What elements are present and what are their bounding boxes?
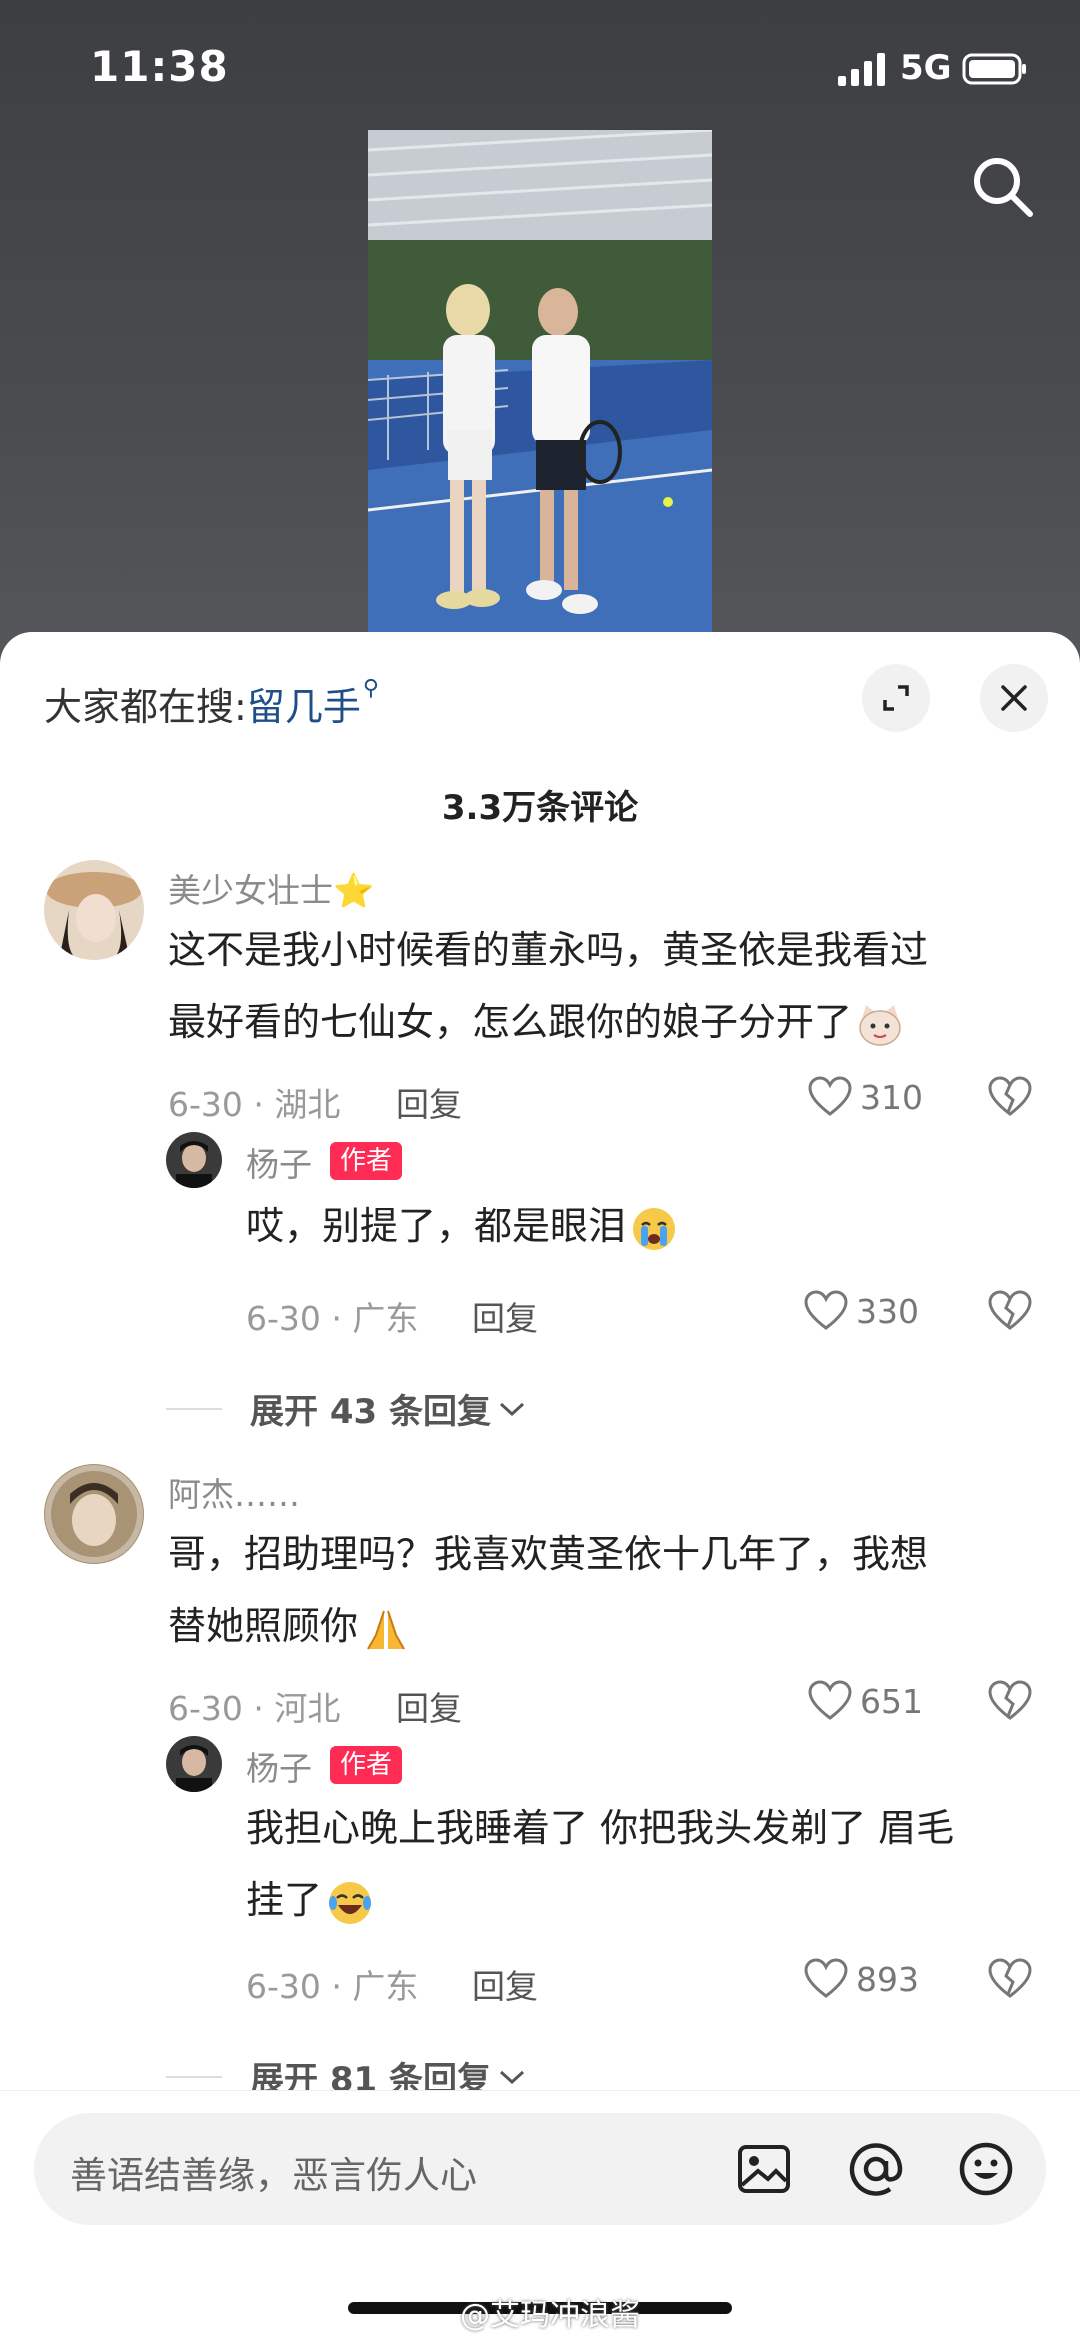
close-button[interactable] (980, 664, 1048, 732)
author-badge: 作者 (330, 1142, 403, 1180)
comment-username[interactable]: 美少女壮士⭐ (168, 864, 374, 912)
comment-text-line: 这不是我小时候看的董永吗，黄圣依是我看过 (168, 928, 929, 972)
comments-count: 3.3万条评论 (441, 788, 639, 828)
author-badge: 作者 (330, 1746, 403, 1784)
like-button[interactable]: 330 (804, 1290, 919, 1332)
reply-meta: 6-30 · 广东 (246, 1967, 419, 2006)
expand-replies-label: 展开 43 条回复 (250, 1392, 491, 1432)
divider (166, 2075, 222, 2078)
reply-text-line: 挂了 (246, 1878, 323, 1922)
battery-icon (962, 53, 1026, 85)
reply-meta: 6-30 · 广东 (246, 1299, 419, 1338)
status-time: 11:38 (90, 42, 229, 91)
like-count: 330 (856, 1291, 919, 1331)
reply-text: 哎，别提了，都是眼泪 (246, 1190, 678, 1262)
expand-icon (883, 685, 909, 711)
like-count: 651 (860, 1681, 923, 1721)
comment-meta: 6-30 · 湖北 (168, 1085, 341, 1124)
image-icon[interactable] (734, 2139, 794, 2199)
like-count: 893 (856, 1959, 919, 1999)
search-icon[interactable] (968, 152, 1038, 222)
like-button[interactable]: 651 (808, 1680, 923, 1722)
watermark: @艾玛冲浪酱 (460, 2298, 640, 2333)
avatar[interactable] (44, 1464, 144, 1564)
dislike-icon[interactable] (988, 1076, 1032, 1118)
dislike-icon[interactable] (988, 1958, 1032, 2000)
chevron-down-icon (499, 1402, 525, 1416)
reply-text-line: 哎，别提了，都是眼泪 (246, 1204, 627, 1248)
dislike-icon[interactable] (988, 1290, 1032, 1332)
divider (166, 1407, 222, 1410)
comment-text: 哥，招助理吗？我喜欢黄圣依十几年了，我想 替她照顾你 (168, 1518, 928, 1662)
author-avatar[interactable] (166, 1132, 222, 1188)
reply-button[interactable]: 回复 (396, 1078, 462, 1126)
expand-replies-button[interactable]: 展开 43 条回复 (166, 1384, 527, 1433)
emoji-icon[interactable] (956, 2139, 1016, 2199)
signal-icon (838, 53, 885, 86)
hot-search-keyword[interactable]: 留几手 (247, 685, 361, 729)
comments-sheet: 大家都在搜:留几手⚲ 3.3万条评论 美少女壮士⭐ 这不是我小时候看的董永吗，黄… (0, 632, 1080, 2338)
comment-input[interactable]: 善语结善缘，恶言伤人心 (34, 2113, 1046, 2225)
laugh-cry-emoji-icon (329, 1881, 372, 1924)
like-button[interactable]: 310 (808, 1076, 923, 1118)
reply-button[interactable]: 回复 (472, 1960, 538, 2008)
pray-emoji-icon (367, 1610, 405, 1649)
chevron-down-icon (499, 2070, 525, 2084)
search-small-icon: ⚲ (362, 676, 379, 701)
network-type: 5G (900, 48, 952, 88)
comment-username[interactable]: 阿杰…… (168, 1468, 300, 1516)
reply-text: 我担心晚上我睡着了 你把我头发剃了 眉毛 挂了 (246, 1792, 954, 1936)
like-count: 310 (860, 1077, 923, 1117)
comment-text-line: 哥，招助理吗？我喜欢黄圣依十几年了，我想 (168, 1532, 929, 1576)
status-bar: 11:38 5G (0, 0, 1080, 140)
close-icon (1001, 685, 1027, 711)
expand-button[interactable] (862, 664, 930, 732)
mention-icon[interactable] (846, 2139, 906, 2199)
comment-text-line: 替她照顾你 (168, 1604, 359, 1648)
reply-username[interactable]: 杨子 (246, 1138, 312, 1186)
comment-meta: 6-30 · 河北 (168, 1689, 341, 1728)
heart-icon (808, 1076, 852, 1116)
reply-button[interactable]: 回复 (472, 1292, 538, 1340)
comment-input-placeholder: 善语结善缘，恶言伤人心 (70, 2154, 477, 2197)
dislike-icon[interactable] (988, 1680, 1032, 1722)
heart-icon (808, 1680, 852, 1720)
hot-search-prefix: 大家都在搜: (44, 685, 247, 729)
like-button[interactable]: 893 (804, 1958, 919, 2000)
comment-text: 这不是我小时候看的董永吗，黄圣依是我看过 最好看的七仙女，怎么跟你的娘子分开了 (168, 914, 928, 1058)
video-thumbnail[interactable] (368, 130, 712, 635)
heart-icon (804, 1290, 848, 1330)
cat-emoji-icon (859, 1004, 901, 1046)
comment-text-line: 最好看的七仙女，怎么跟你的娘子分开了 (168, 1000, 853, 1044)
reply-username[interactable]: 杨子 (246, 1742, 312, 1790)
avatar[interactable] (44, 860, 144, 960)
hot-search-bar[interactable]: 大家都在搜:留几手⚲ (44, 676, 379, 731)
reply-button[interactable]: 回复 (396, 1682, 462, 1730)
heart-icon (804, 1958, 848, 1998)
reply-text-line: 我担心晚上我睡着了 你把我头发剃了 眉毛 (246, 1806, 955, 1850)
author-avatar[interactable] (166, 1736, 222, 1792)
crying-emoji-icon (633, 1207, 676, 1250)
